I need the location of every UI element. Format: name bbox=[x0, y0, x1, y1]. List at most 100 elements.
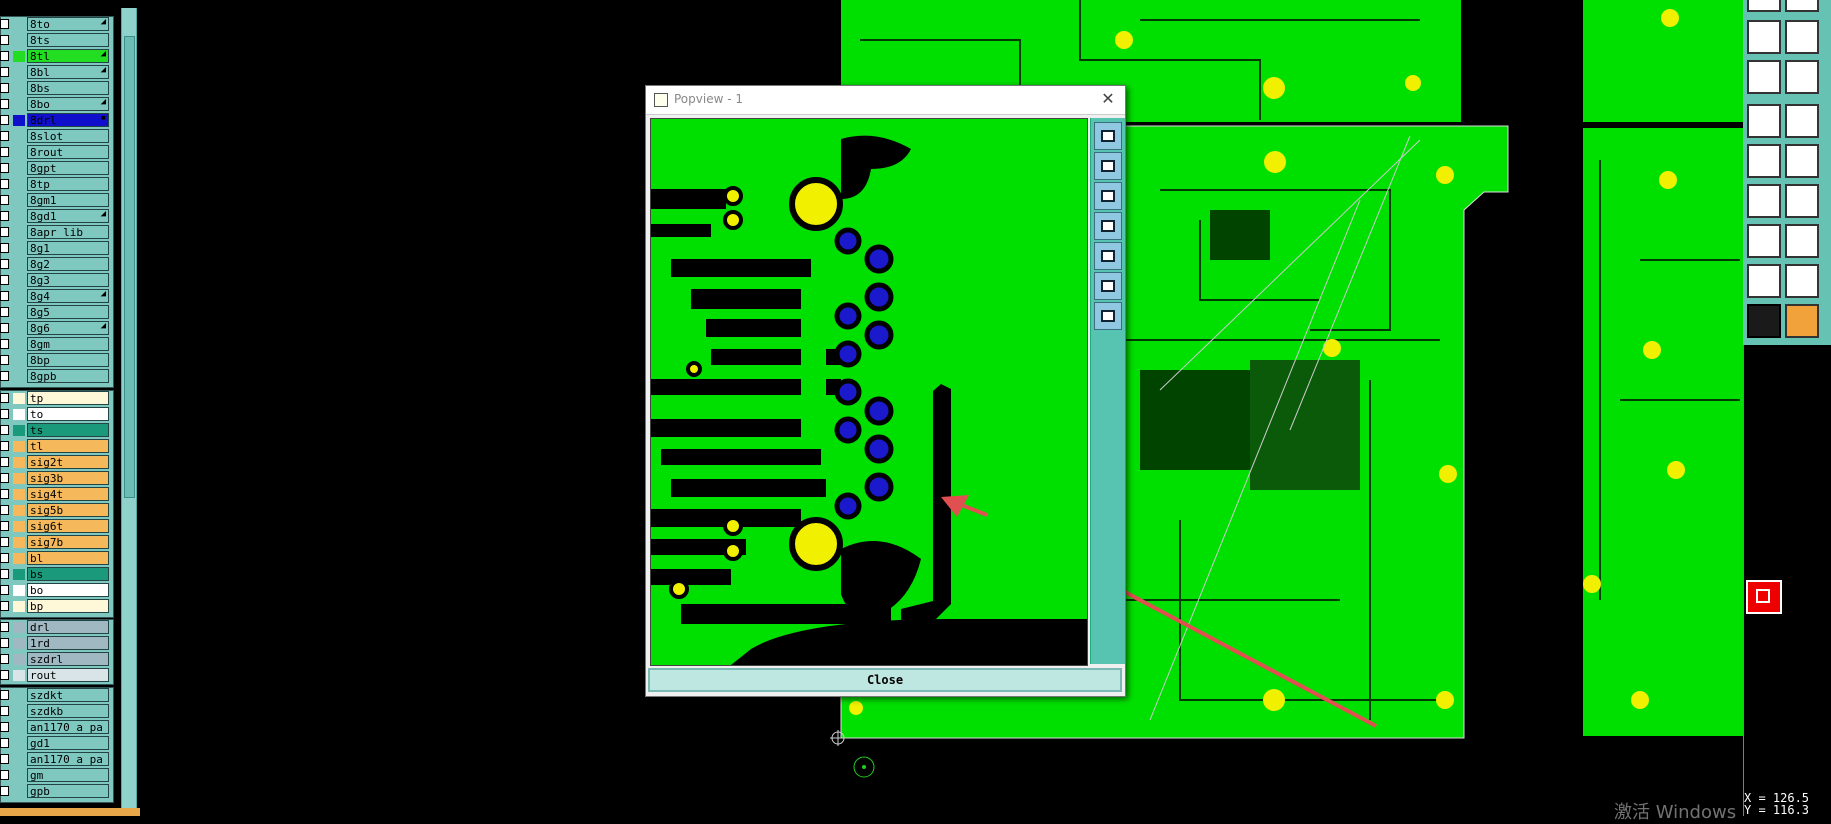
zoom-fit-icon[interactable] bbox=[1747, 0, 1781, 12]
layer-visibility-checkbox[interactable] bbox=[0, 521, 9, 531]
layer-color-swatch[interactable] bbox=[13, 537, 25, 548]
layer-color-swatch[interactable] bbox=[13, 622, 25, 633]
layer-name-label[interactable]: 8gd1 bbox=[27, 209, 109, 223]
layer-visibility-checkbox[interactable] bbox=[0, 441, 9, 451]
pan-left-icon[interactable] bbox=[1094, 212, 1122, 240]
layer-color-swatch[interactable] bbox=[13, 355, 25, 366]
zoom-in-icon[interactable] bbox=[1094, 122, 1122, 150]
layer-name-label[interactable]: gpb bbox=[27, 784, 109, 798]
layer-row[interactable]: 8g2 bbox=[0, 257, 112, 272]
layer-row[interactable]: 8gpb bbox=[0, 369, 112, 384]
layer-row[interactable]: 8drl ▪ bbox=[0, 113, 112, 128]
measure-icon[interactable] bbox=[1785, 60, 1819, 94]
layer-name-label[interactable]: 8g6 bbox=[27, 321, 109, 335]
layer-color-swatch[interactable] bbox=[13, 291, 25, 302]
layer-name-label[interactable]: 8tl bbox=[27, 49, 109, 63]
layer-color-swatch[interactable] bbox=[13, 473, 25, 484]
layer-name-label[interactable]: to bbox=[27, 407, 109, 421]
layer-color-swatch[interactable] bbox=[13, 786, 25, 797]
layer-row[interactable]: 8tl ◢ bbox=[0, 49, 112, 64]
layer-row[interactable]: sig2t bbox=[0, 455, 112, 470]
layer-visibility-checkbox[interactable] bbox=[0, 131, 9, 141]
layer-name-label[interactable]: sig5b bbox=[27, 503, 109, 517]
layer-visibility-checkbox[interactable] bbox=[0, 670, 9, 680]
layer-row[interactable]: an1170_a_pa bbox=[0, 752, 112, 767]
layer-row[interactable]: 8gm1 bbox=[0, 193, 112, 208]
layer-row[interactable]: gpb bbox=[0, 784, 112, 799]
layer-visibility-checkbox[interactable] bbox=[0, 585, 9, 595]
layer-color-swatch[interactable] bbox=[13, 51, 25, 62]
layer-name-label[interactable]: sig7b bbox=[27, 535, 109, 549]
close-icon[interactable]: ✕ bbox=[1097, 88, 1119, 110]
layer-color-swatch[interactable] bbox=[13, 654, 25, 665]
layer-row[interactable]: 8g6 ◢ bbox=[0, 321, 112, 336]
layer-row[interactable]: to bbox=[0, 407, 112, 422]
pan-icon[interactable] bbox=[1785, 20, 1819, 54]
layer-visibility-checkbox[interactable] bbox=[0, 457, 9, 467]
layer-row[interactable]: gd1 bbox=[0, 736, 112, 751]
stop-icon[interactable] bbox=[1746, 580, 1782, 614]
layer-visibility-checkbox[interactable] bbox=[0, 537, 9, 547]
center-icon[interactable] bbox=[1094, 302, 1122, 330]
layer-visibility-checkbox[interactable] bbox=[0, 409, 9, 419]
layer-row[interactable]: szdrl bbox=[0, 652, 112, 667]
layer-color-swatch[interactable] bbox=[13, 259, 25, 270]
layer-name-label[interactable]: 8bo bbox=[27, 97, 109, 111]
layer-visibility-checkbox[interactable] bbox=[0, 19, 9, 29]
layer-row[interactable]: 8ts bbox=[0, 33, 112, 48]
layer-visibility-checkbox[interactable] bbox=[0, 638, 9, 648]
layer-visibility-checkbox[interactable] bbox=[0, 67, 9, 77]
layer-visibility-checkbox[interactable] bbox=[0, 83, 9, 93]
layer-color-swatch[interactable] bbox=[13, 275, 25, 286]
layer-color-swatch[interactable] bbox=[13, 425, 25, 436]
layer-visibility-checkbox[interactable] bbox=[0, 99, 9, 109]
via-icon[interactable] bbox=[1747, 224, 1781, 258]
layer-visibility-checkbox[interactable] bbox=[0, 291, 9, 301]
layer-visibility-checkbox[interactable] bbox=[0, 275, 9, 285]
layer-name-label[interactable]: 8gm bbox=[27, 337, 109, 351]
route-icon[interactable] bbox=[1747, 144, 1781, 178]
layer-row[interactable]: 8g4 ◢ bbox=[0, 289, 112, 304]
layer-color-swatch[interactable] bbox=[13, 409, 25, 420]
line-icon[interactable] bbox=[1785, 224, 1819, 258]
layer-color-swatch[interactable] bbox=[13, 371, 25, 382]
layer-row[interactable]: 8gd1 ◢ bbox=[0, 209, 112, 224]
layer-name-label[interactable]: 8g3 bbox=[27, 273, 109, 287]
layer-visibility-checkbox[interactable] bbox=[0, 654, 9, 664]
layer-row[interactable]: 1rd bbox=[0, 636, 112, 651]
layer-visibility-checkbox[interactable] bbox=[0, 690, 9, 700]
layer-row[interactable]: 8tp bbox=[0, 177, 112, 192]
layer-name-label[interactable]: 8bs bbox=[27, 81, 109, 95]
layer-visibility-checkbox[interactable] bbox=[0, 35, 9, 45]
layer-name-label[interactable]: 1rd bbox=[27, 636, 109, 650]
layer-color-swatch[interactable] bbox=[13, 307, 25, 318]
layer-name-label[interactable]: 8g5 bbox=[27, 305, 109, 319]
layer-name-label[interactable]: an1170_a_pa bbox=[27, 720, 109, 734]
layer-name-label[interactable]: tl bbox=[27, 439, 109, 453]
layer-color-swatch[interactable] bbox=[13, 19, 25, 30]
slide-icon[interactable] bbox=[1785, 184, 1819, 218]
layer-name-label[interactable]: 8rout bbox=[27, 145, 109, 159]
layer-visibility-checkbox[interactable] bbox=[0, 473, 9, 483]
layer-row[interactable]: 8to ◢ bbox=[0, 17, 112, 32]
layer-name-label[interactable]: ts bbox=[27, 423, 109, 437]
layer-visibility-checkbox[interactable] bbox=[0, 355, 9, 365]
layer-color-swatch[interactable] bbox=[13, 638, 25, 649]
layer-visibility-checkbox[interactable] bbox=[0, 706, 9, 716]
delete-route-icon[interactable] bbox=[1785, 144, 1819, 178]
layer-row[interactable]: 8gm bbox=[0, 337, 112, 352]
popview-window[interactable]: Popview - 1 ✕ Close bbox=[645, 85, 1126, 697]
layer-row[interactable]: 8g5 bbox=[0, 305, 112, 320]
layer-row[interactable]: bl bbox=[0, 551, 112, 566]
layer-row[interactable]: sig7b bbox=[0, 535, 112, 550]
layer-color-swatch[interactable] bbox=[13, 99, 25, 110]
layer-row[interactable]: bp bbox=[0, 599, 112, 614]
layer-color-swatch[interactable] bbox=[13, 569, 25, 580]
layer-row[interactable]: 8slot bbox=[0, 129, 112, 144]
layer-name-label[interactable]: sig4t bbox=[27, 487, 109, 501]
layer-visibility-checkbox[interactable] bbox=[0, 307, 9, 317]
layer-row[interactable]: 8g3 bbox=[0, 273, 112, 288]
layer-name-label[interactable]: 8gm1 bbox=[27, 193, 109, 207]
layer-visibility-checkbox[interactable] bbox=[0, 553, 9, 563]
layer-name-label[interactable]: gd1 bbox=[27, 736, 109, 750]
